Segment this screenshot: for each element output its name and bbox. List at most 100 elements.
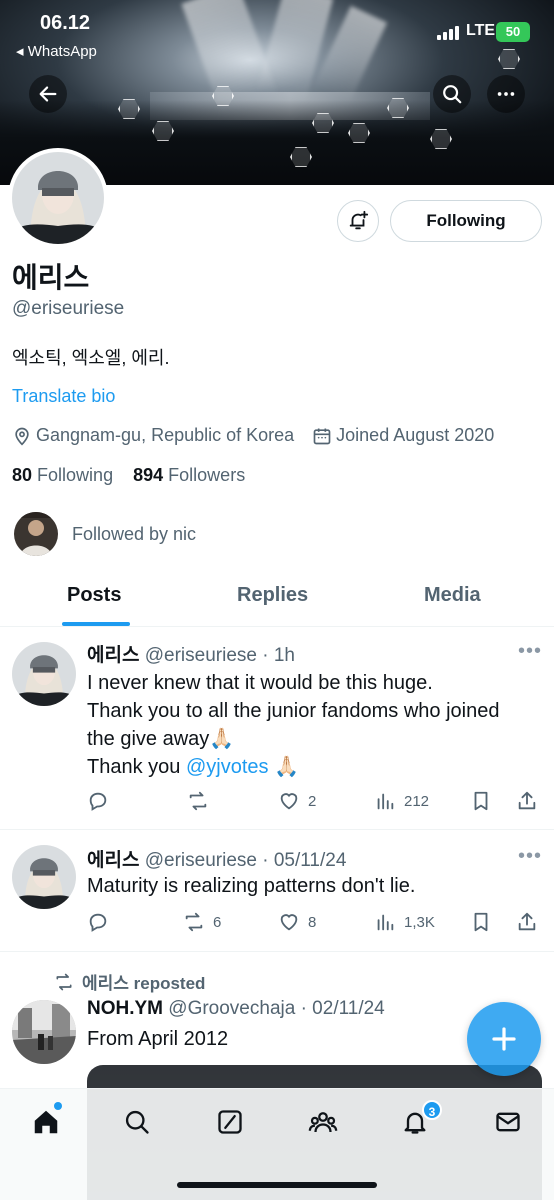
nav-grok[interactable] (214, 1106, 246, 1138)
heart-icon (280, 793, 298, 810)
active-tab-indicator (62, 622, 130, 626)
network-type: LTE (466, 22, 496, 39)
tab-posts[interactable]: Posts (67, 584, 121, 607)
nav-communities[interactable] (307, 1106, 339, 1138)
views-chart-icon (377, 793, 394, 810)
post-actions: 6 8 1,3K (87, 911, 542, 935)
joined-item: Joined August 2020 (312, 425, 494, 446)
location-item: Gangnam-gu, Republic of Korea (12, 425, 294, 446)
calendar-icon (313, 428, 331, 444)
signal-icon (437, 26, 459, 40)
like-count: 8 (308, 913, 317, 931)
post-author-name[interactable]: 에리스 (87, 850, 139, 871)
like-button[interactable]: 8 (278, 911, 316, 933)
view-count: 1,3K (404, 913, 435, 931)
repost-button[interactable] (187, 790, 217, 812)
reply-button[interactable] (87, 790, 117, 812)
display-name: 에리스 (12, 262, 90, 293)
back-to-app-link[interactable]: ◂ WhatsApp (16, 42, 97, 60)
profile-bio: 엑소틱, 엑소엘, 에리. (12, 348, 170, 368)
status-bar: 06.12 ◂ WhatsApp LTE 50 (0, 0, 554, 70)
share-icon (518, 912, 536, 931)
home-unread-dot (54, 1102, 62, 1110)
search-icon (443, 85, 462, 104)
notifications-toggle-button[interactable] (337, 200, 379, 242)
followers-count: 894 (133, 465, 164, 485)
search-button[interactable] (433, 75, 471, 113)
post-item[interactable]: 에리스 @eriseuriese · 05/11/24 ••• Maturity… (0, 831, 554, 952)
messages-icon (496, 1112, 520, 1132)
profile-meta: Gangnam-gu, Republic of Korea Joined Aug… (12, 425, 512, 446)
share-button[interactable] (516, 911, 538, 933)
battery-icon: 50 (496, 22, 530, 42)
like-count: 2 (308, 792, 317, 810)
heart-icon (280, 914, 298, 931)
post-header: 에리스 @eriseuriese · 05/11/24 (87, 845, 346, 872)
follow-counts: 80 Following 894 Followers (12, 465, 245, 486)
more-options-icon[interactable]: ••• (518, 845, 542, 868)
communities-icon (308, 1112, 338, 1133)
views-button[interactable]: 1,3K (374, 911, 435, 933)
tab-media[interactable]: Media (424, 584, 481, 607)
bookmark-icon (474, 791, 488, 811)
repost-indicator: 에리스 reposted (54, 969, 205, 994)
following-count: 80 (12, 465, 33, 485)
post-line-suffix: 🙏🏻 (268, 756, 299, 778)
plus-icon (492, 1027, 516, 1051)
following-label: Following (37, 465, 114, 485)
nav-search[interactable] (121, 1106, 153, 1138)
bookmark-button[interactable] (470, 911, 492, 933)
bookmark-button[interactable] (470, 790, 492, 812)
home-indicator (177, 1182, 377, 1188)
share-icon (518, 791, 536, 810)
following-button[interactable]: Following (390, 200, 542, 242)
more-button[interactable] (487, 75, 525, 113)
post-author-name[interactable]: 에리스 (87, 645, 139, 666)
post-line: I never knew that it would be this huge. (87, 672, 433, 694)
post-handle-time: @Groovechaja · 02/11/24 (168, 998, 385, 1019)
post-line: Thank you @yjvotes 🙏🏻 (87, 753, 537, 781)
repost-label: 에리스 reposted (82, 974, 206, 993)
profile-avatar[interactable] (8, 148, 108, 248)
arrow-left-icon (39, 86, 57, 102)
following-count-link[interactable]: 80 Following (12, 465, 113, 485)
post-item[interactable]: 에리스 @eriseuriese · 1h ••• I never knew t… (0, 628, 554, 830)
repost-icon (56, 973, 72, 990)
repost-button[interactable]: 6 (183, 911, 221, 933)
post-line: Thank you to all the junior fandoms who … (87, 700, 500, 722)
repost-icon (185, 912, 203, 932)
post-header: 에리스 @eriseuriese · 1h (87, 640, 295, 667)
reply-icon (89, 792, 107, 811)
translate-bio-link[interactable]: Translate bio (12, 386, 115, 407)
like-button[interactable]: 2 (278, 790, 316, 812)
repost-count: 6 (213, 913, 222, 931)
back-button[interactable] (29, 75, 67, 113)
search-icon (125, 1110, 149, 1134)
post-avatar[interactable] (12, 642, 76, 706)
post-avatar[interactable] (12, 845, 76, 909)
nav-messages[interactable] (492, 1106, 524, 1138)
post-line: the give away🙏🏻 (87, 728, 235, 750)
post-author-name[interactable]: NOH.YM (87, 998, 163, 1019)
followers-count-link[interactable]: 894 Followers (133, 465, 245, 485)
post-actions: 2 212 (87, 790, 542, 814)
grok-icon (218, 1110, 242, 1134)
bell-plus-icon (349, 210, 369, 230)
more-options-icon[interactable]: ••• (518, 640, 542, 663)
mention-link[interactable]: @yjvotes (186, 756, 269, 778)
reply-button[interactable] (87, 911, 117, 933)
profile-tabs: Posts Replies Media (0, 570, 554, 627)
nav-home[interactable] (30, 1106, 62, 1138)
share-button[interactable] (516, 790, 538, 812)
views-button[interactable]: 212 (374, 790, 429, 812)
bookmark-icon (474, 912, 488, 932)
followed-by-text: Followed by nic (72, 523, 197, 544)
followed-by-row[interactable]: Followed by nic (14, 512, 196, 556)
post-avatar[interactable] (12, 1000, 76, 1064)
post-text: Maturity is realizing patterns don't lie… (87, 875, 416, 897)
avatar-image (12, 152, 104, 244)
tab-replies[interactable]: Replies (237, 584, 308, 607)
post-header: NOH.YM @Groovechaja · 02/11/24 (87, 998, 385, 1020)
repost-icon (189, 791, 207, 811)
compose-button[interactable] (467, 1002, 541, 1076)
